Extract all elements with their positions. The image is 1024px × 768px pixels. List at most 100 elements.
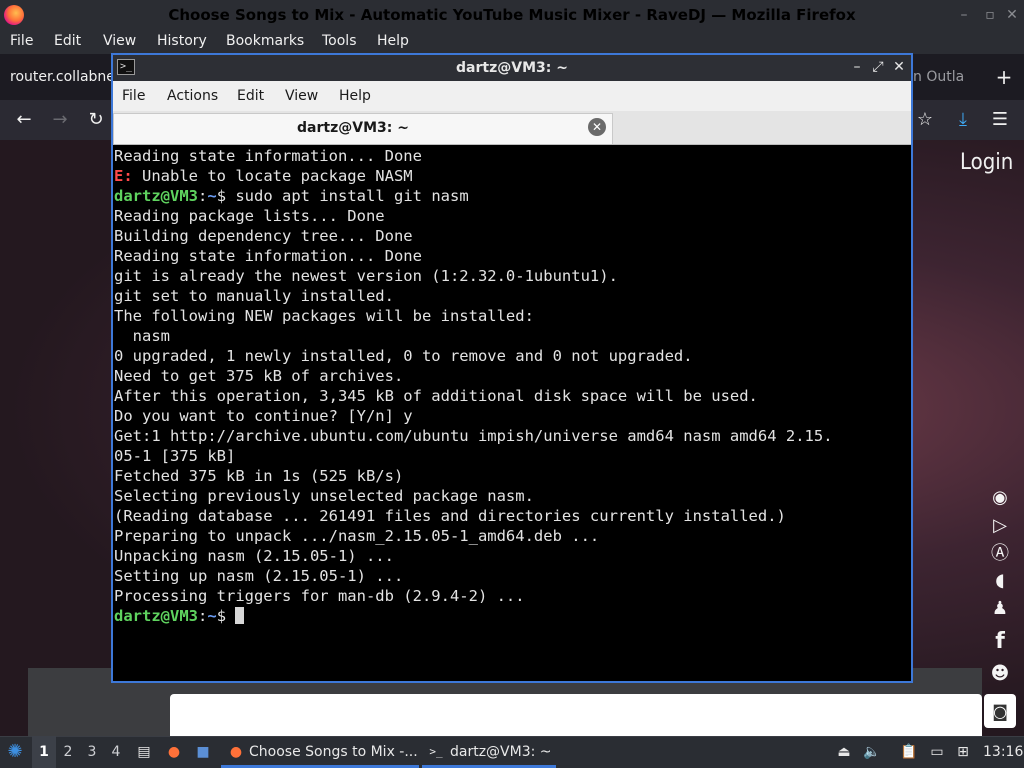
network-icon[interactable]: ⊞ [952,740,974,764]
hamburger-menu-icon[interactable]: ☰ [984,104,1016,136]
terminal-text: E: [114,167,133,185]
terminal-text: Building dependency tree... Done [114,227,413,245]
terminal-line: Selecting previously unselected package … [114,486,908,506]
clock: 13:16 [983,744,1024,760]
start-menu-icon[interactable]: ✺ [4,740,26,764]
terminal-text: Unpacking nasm (2.15.05-1) ... [114,547,394,565]
terminal-menu-help[interactable]: Help [339,81,371,111]
terminal-text: Need to get 375 kB of archives. [114,367,404,385]
menu-file[interactable]: File [10,30,33,54]
new-tab-icon[interactable]: + [994,62,1014,92]
terminal-text: ~ [207,187,217,205]
firefox-task[interactable]: Choose Songs to Mix -... [249,736,418,768]
reddit-icon[interactable]: ☻ [986,662,1014,686]
patreon-icon[interactable]: ◖ [986,569,1014,593]
terminal-text: Fetched 375 kB in 1s (525 kB/s) [114,467,404,485]
terminal-text: ~ [207,607,217,625]
terminal-text: Preparing to unpack .../nasm_2.15.05-1_a… [114,527,600,545]
facebook-icon[interactable]: f [986,630,1014,654]
menu-history[interactable]: History [157,30,207,54]
clipboard-icon[interactable]: 📋 [898,740,920,764]
browser-tab[interactable]: n Outla [913,54,964,100]
terminal-line: git set to manually installed. [114,286,908,306]
terminal-text: git set to manually installed. [114,287,394,305]
browser-tab[interactable]: router.collabne [10,54,115,100]
terminal-text: Do you want to continue? [Y/n] y [114,407,413,425]
terminal-text: git is already the newest version (1:2.3… [114,267,618,285]
menu-edit[interactable]: Edit [54,30,81,54]
terminal-text: Get:1 http://archive.ubuntu.com/ubuntu i… [114,427,833,445]
terminal-line: Processing triggers for man-db (2.9.4-2)… [114,586,908,606]
menu-view[interactable]: View [103,30,136,54]
terminal-line: Do you want to continue? [Y/n] y [114,406,908,426]
terminal-maximize-icon[interactable]: ⤢ [869,58,887,76]
terminal-line: (Reading database ... 261491 files and d… [114,506,908,526]
eject-icon[interactable]: ⏏ [833,740,855,764]
terminal-output: Reading state information... Done E: Unab… [114,146,908,626]
discord-icon[interactable]: ◙ [986,700,1014,724]
terminal-task[interactable]: dartz@VM3: ~ [450,736,552,768]
terminal-menu-edit[interactable]: Edit [237,81,264,111]
app-store-icon[interactable]: Ⓐ [986,542,1014,566]
downloads-icon[interactable]: ⤓ [947,104,979,136]
terminal-minimize-icon[interactable]: – [848,58,866,76]
close-icon[interactable]: ✕ [1004,7,1020,23]
terminal-text: 0 upgraded, 1 newly installed, 0 to remo… [114,347,693,365]
menu-tools[interactable]: Tools [322,30,357,54]
terminal-line: 0 upgraded, 1 newly installed, 0 to remo… [114,346,908,366]
terminal-line: Unpacking nasm (2.15.05-1) ... [114,546,908,566]
forward-icon[interactable]: → [44,104,76,136]
terminal-menu-view[interactable]: View [285,81,318,111]
firefox-menubar [0,30,1024,54]
workspace-4[interactable]: 4 [104,736,128,768]
terminal-line: Setting up nasm (2.15.05-1) ... [114,566,908,586]
workspace-2[interactable]: 2 [56,736,80,768]
login-link[interactable]: Login [960,150,1013,175]
terminal-line: dartz@VM3:~$ sudo apt install git nasm [114,186,908,206]
terminal-close-icon[interactable]: ✕ [890,58,908,76]
terminal-text: : [198,187,208,205]
bookmark-star-icon[interactable]: ☆ [909,104,941,136]
desktop-icon[interactable]: ■ [192,740,214,764]
text-cursor [235,607,245,624]
terminal-text: : [198,607,208,625]
terminal-line: Reading state information... Done [114,146,908,166]
terminal-tab-label: dartz@VM3: ~ [297,120,409,136]
terminal-text: The following NEW packages will be insta… [114,307,534,325]
terminal-line: dartz@VM3:~$ [114,606,908,626]
terminal-line: The following NEW packages will be insta… [114,306,908,326]
tab-close-icon[interactable]: ✕ [588,118,606,136]
terminal-line: 05-1 [375 kB] [114,446,908,466]
terminal-line: Building dependency tree... Done [114,226,908,246]
minimize-icon[interactable]: – [956,7,972,23]
back-icon[interactable]: ← [8,104,40,136]
terminal-text: Reading package lists... Done [114,207,385,225]
file-manager-icon[interactable]: ▤ [133,740,155,764]
menu-help[interactable]: Help [377,30,409,54]
display-icon[interactable]: ▭ [926,740,948,764]
terminal-menu-actions[interactable]: Actions [167,81,218,111]
terminal-line: Reading package lists... Done [114,206,908,226]
terminal-text: After this operation, 3,345 kB of additi… [114,387,758,405]
rave-icon[interactable]: ◉ [986,486,1014,510]
firefox-launcher-icon[interactable]: ● [163,740,185,764]
terminal-text: Selecting previously unselected package … [114,487,534,505]
terminal-task-icon: >_ [429,745,443,758]
volume-icon[interactable]: 🔈 [861,740,883,764]
maximize-icon[interactable]: ▫ [982,7,998,23]
workspace-1[interactable]: 1 [32,736,56,768]
terminal-menu-file[interactable]: File [122,81,145,111]
terminal-text: Reading state information... Done [114,147,422,165]
tshirt-icon[interactable]: ♟ [986,597,1014,621]
terminal-text: 05-1 [375 kB] [114,447,236,465]
google-play-icon[interactable]: ▷ [986,514,1014,538]
terminal-line: git is already the newest version (1:2.3… [114,266,908,286]
terminal-window-title: dartz@VM3: ~ [456,60,568,76]
terminal-text: dartz@VM3 [114,607,198,625]
workspace-3[interactable]: 3 [80,736,104,768]
terminal-text: $ sudo apt install git nasm [216,187,469,205]
menu-bookmarks[interactable]: Bookmarks [226,30,304,54]
terminal-text: Processing triggers for man-db (2.9.4-2)… [114,587,525,605]
terminal-text: dartz@VM3 [114,187,198,205]
reload-icon[interactable]: ↻ [80,104,112,136]
